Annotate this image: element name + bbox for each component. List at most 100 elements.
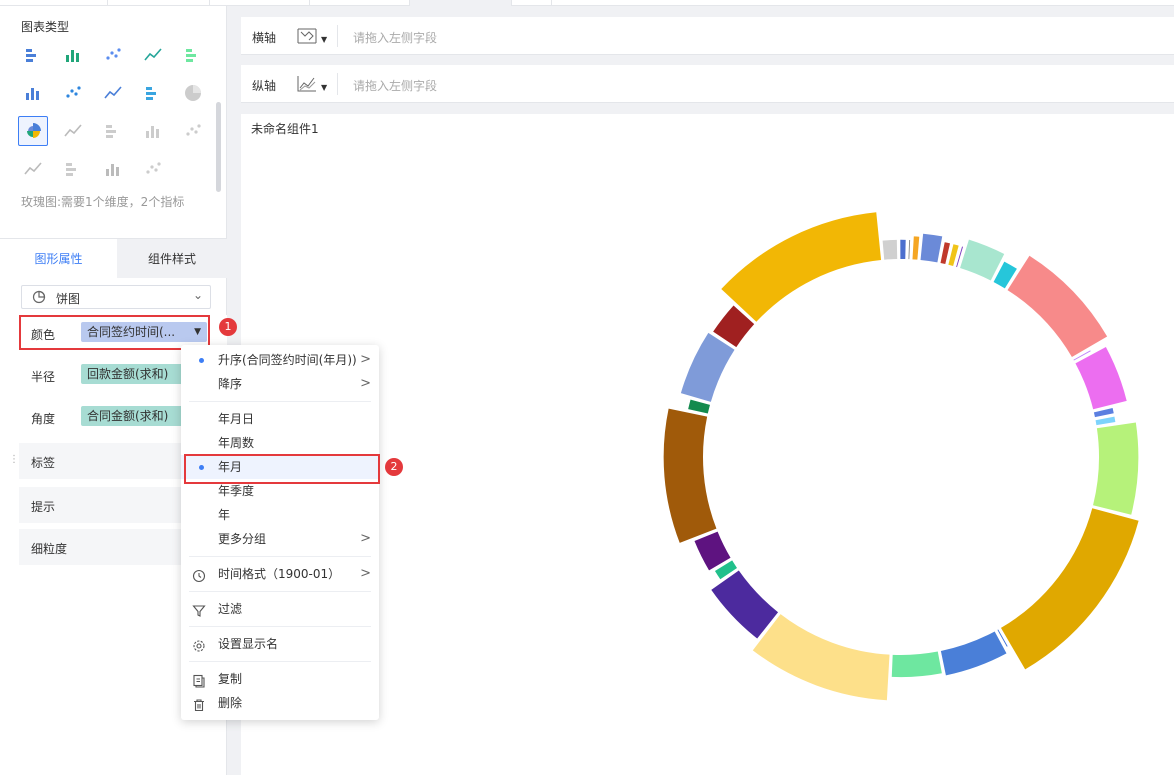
pie-icon [32,290,46,307]
axis-type-icon[interactable] [296,26,318,49]
line-icon[interactable] [138,40,168,70]
menu-item-label: 年月日 [218,412,255,426]
rose-slice[interactable] [1007,255,1108,358]
y-axis-bar[interactable]: 纵轴 ▼ 请拖入左侧字段 [241,65,1174,103]
menu-divider [189,661,371,662]
rose-slice[interactable] [908,239,911,260]
chevron-right-icon: > [360,531,371,546]
rose-slice[interactable] [948,244,959,266]
grouped-bar-icon[interactable] [18,40,48,70]
pie-icon[interactable] [178,78,208,108]
rose-slice[interactable] [1095,416,1116,426]
menu-divider [189,401,371,402]
annotation-badge-1: 1 [219,318,237,336]
menu-item-label: 删除 [218,696,243,710]
funnel-icon[interactable] [98,154,128,184]
x-axis-bar[interactable]: 横轴 ▼ 请拖入左侧字段 [241,17,1174,55]
menu-item-filter[interactable]: 过滤 [181,597,379,621]
rose-slice[interactable] [663,408,717,543]
y-axis-drop-placeholder[interactable]: 请拖入左侧字段 [353,77,437,94]
menu-item-y[interactable]: 年 [181,503,379,527]
rose-slice[interactable] [940,242,951,265]
chevron-right-icon: > [360,566,371,581]
gear-icon [192,637,206,652]
menu-item-label: 升序(合同签约时间(年月)) [218,353,357,367]
rose-slice[interactable] [891,651,942,678]
rose-slice[interactable] [940,631,1007,676]
radius-field-pill[interactable]: 回款金额(求和) [81,364,193,384]
rose-slice[interactable] [1075,346,1127,410]
caret-down-icon[interactable]: ▼ [321,83,327,92]
menu-item-time-format[interactable]: 时间格式（1900-01） > [181,562,379,586]
scatter-icon[interactable] [98,78,128,108]
column-icon[interactable] [58,78,88,108]
menu-divider [189,591,371,592]
menu-item-more-groups[interactable]: 更多分组 > [181,527,379,551]
rose-slice[interactable] [900,239,906,260]
caret-down-icon[interactable]: ▼ [321,35,327,44]
x-axis-label: 横轴 [252,31,277,45]
rose-slice[interactable] [752,614,890,701]
menu-item-sort-asc[interactable]: 升序(合同签约时间(年月)) > [181,348,379,372]
chart-subtype-select[interactable]: 饼图 ⌄ [21,285,211,309]
axis-type-icon[interactable] [296,74,318,97]
rose-slice[interactable] [912,236,920,260]
menu-item-delete[interactable]: 删除 [181,691,379,715]
rose-slice[interactable] [882,239,898,260]
rose-slice[interactable] [680,332,735,402]
flow-map-icon[interactable] [138,116,168,146]
chart-types-title: 图表类型 [21,20,70,34]
area-stream-icon[interactable] [98,40,128,70]
copy-icon [192,672,206,688]
rose-slice[interactable] [1093,422,1139,515]
prop-label: 细粒度 [31,542,68,556]
menu-item-sort-desc[interactable]: 降序 > [181,372,379,396]
annotation-box-2 [184,454,380,484]
rose-slice[interactable] [1000,508,1139,670]
area-line-icon[interactable] [18,78,48,108]
rose-slice[interactable] [711,570,779,639]
prop-label: 半径 [31,370,56,384]
rose-chart[interactable] [241,114,1174,775]
rose-icon[interactable] [18,116,48,146]
rose-slice[interactable] [688,399,710,414]
chevron-down-icon: ⌄ [192,288,203,302]
selected-dot-icon [199,358,204,363]
clock-icon [192,567,206,583]
drag-handle-icon[interactable]: ⋮ [9,455,19,472]
trash-icon [192,696,206,712]
rose-slice[interactable] [694,531,731,571]
menu-item-set-display-name[interactable]: 设置显示名 [181,632,379,656]
divider [337,25,338,47]
menu-divider [189,626,371,627]
main-area: 横轴 ▼ 请拖入左侧字段 纵轴 ▼ 请拖入左侧字段 未命名组件1 [241,6,1174,775]
menu-item-label: 设置显示名 [218,637,279,651]
radar-icon[interactable] [178,40,208,70]
menu-item-label: 年 [218,508,231,522]
menu-item-yweek[interactable]: 年周数 [181,431,379,455]
point-map-icon[interactable] [98,116,128,146]
word-cloud-icon[interactable] [58,154,88,184]
menu-item-label: 降序 [218,377,243,391]
x-axis-drop-placeholder[interactable]: 请拖入左侧字段 [353,29,437,46]
matrix-icon[interactable] [18,154,48,184]
menu-divider [189,556,371,557]
chart-canvas[interactable]: 未命名组件1 [241,114,1174,775]
scrollbar[interactable] [216,102,221,192]
map-icon[interactable] [58,116,88,146]
stacked-bar-icon[interactable] [58,40,88,70]
annotation-badge-2: 2 [385,458,403,476]
angle-field-pill[interactable]: 合同金额(求和) [81,406,193,426]
tab-graph-properties[interactable]: 图形属性 [0,239,117,279]
menu-item-ymd[interactable]: 年月日 [181,407,379,431]
rose-slice[interactable] [721,212,882,322]
heat-map-icon[interactable] [178,116,208,146]
menu-item-copy[interactable]: 复制 [181,667,379,691]
bubble-icon[interactable] [138,78,168,108]
tab-component-style[interactable]: 组件样式 [117,239,227,279]
rose-slice[interactable] [920,233,943,263]
rose-slice[interactable] [1093,407,1114,418]
divider [337,73,338,95]
chevron-right-icon: > [360,376,371,391]
gauge-icon[interactable] [138,154,168,184]
